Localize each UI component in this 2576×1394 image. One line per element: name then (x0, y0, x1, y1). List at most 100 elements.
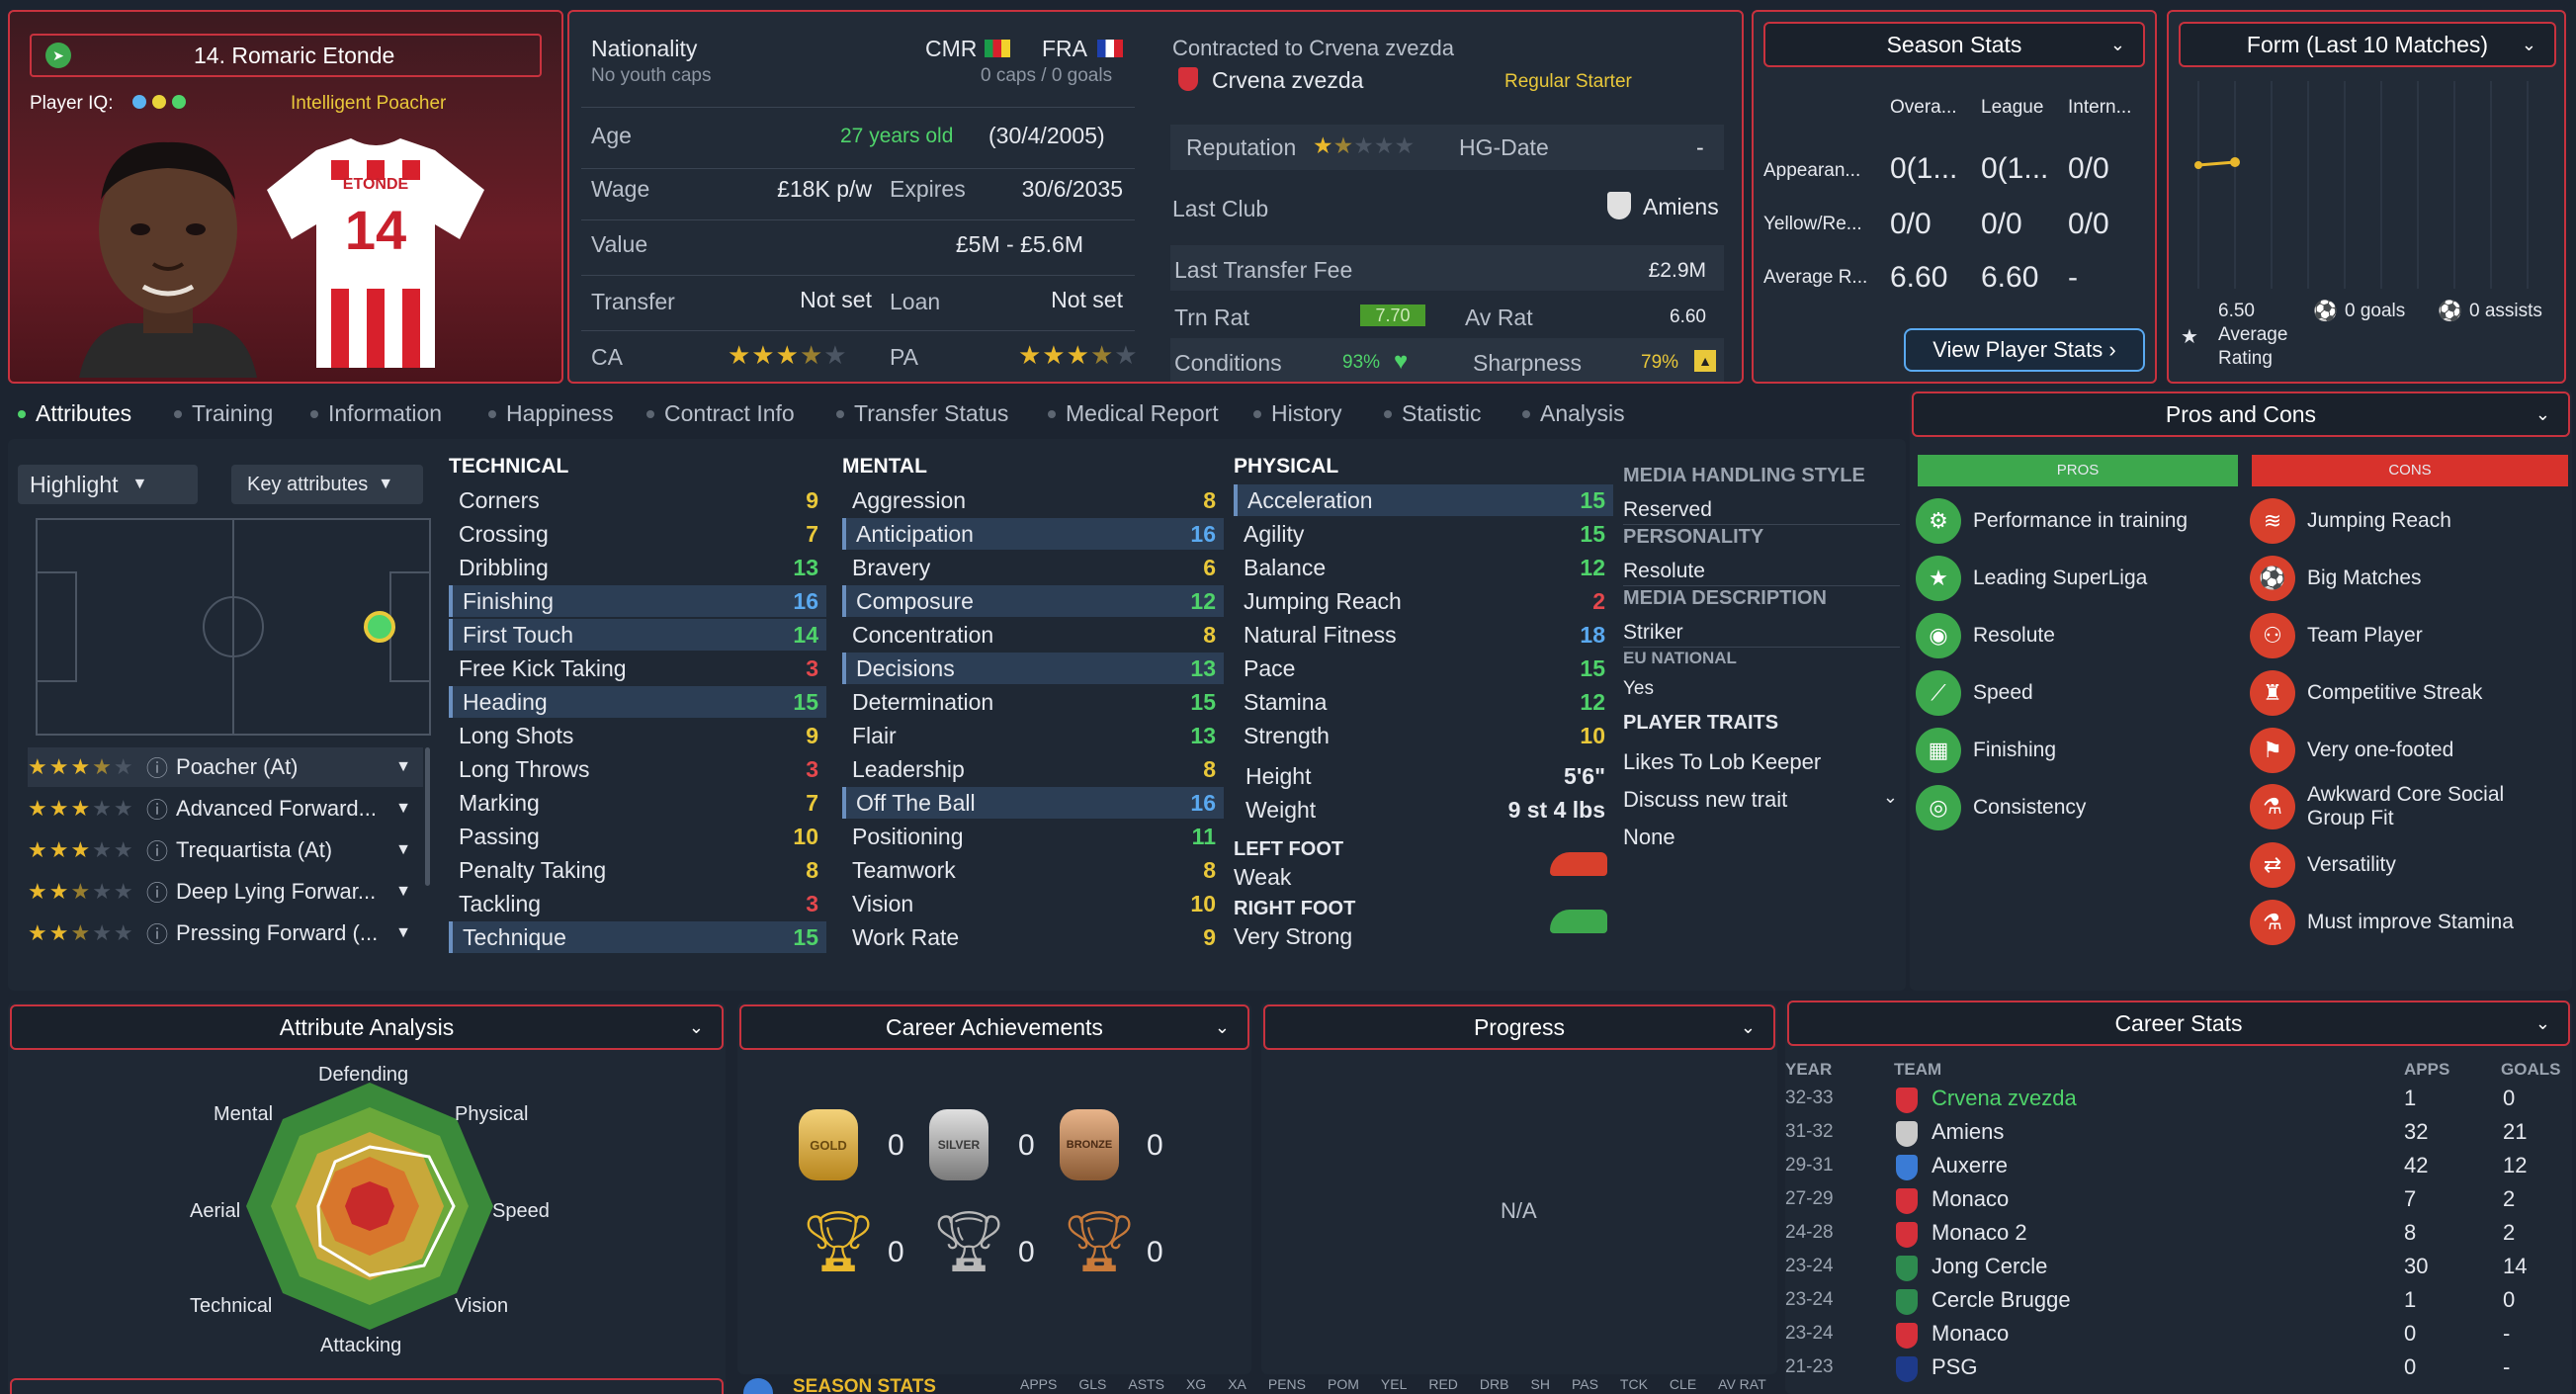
role-row[interactable]: ★★★★★ ⓘ Pressing Forward (... ▼ (28, 914, 423, 953)
role-row[interactable]: ★★★★★ ⓘ Deep Lying Forwar... ▼ (28, 872, 423, 912)
attribute-row[interactable]: Pace 15 (1234, 653, 1613, 684)
attribute-row[interactable]: Positioning 11 (842, 821, 1224, 852)
form-dropdown[interactable]: Form (Last 10 Matches) ⌄ (2179, 22, 2556, 67)
career-achievements-dropdown[interactable]: Career Achievements ⌄ (739, 1004, 1249, 1050)
attribute-row[interactable]: Balance 12 (1234, 552, 1613, 583)
loan-value[interactable]: Not set (994, 287, 1123, 313)
attribute-row[interactable]: Dribbling 13 (449, 552, 826, 583)
tab-analysis[interactable]: Analysis (1522, 400, 1625, 427)
career-stats-dropdown[interactable]: Career Stats ⌄ (1787, 1001, 2570, 1046)
role-row[interactable]: ★★★★★ ⓘ Trequartista (At) ▼ (28, 830, 423, 870)
roles-scrollbar[interactable] (425, 747, 430, 886)
attribute-row[interactable]: Bravery 6 (842, 552, 1224, 583)
attribute-row[interactable]: Strength 10 (1234, 720, 1613, 751)
player-name-box[interactable]: ➤ 14. Romaric Etonde (30, 34, 542, 77)
bronze-trophy-icon: 🏆︎ (1062, 1208, 1138, 1274)
career-row[interactable]: 32-33 Crvena zvezda 1 0 (1785, 1084, 2572, 1117)
career-row[interactable]: 29-31 Auxerre 42 12 (1785, 1151, 2572, 1184)
tab-statistic[interactable]: Statistic (1384, 400, 1482, 427)
key-attributes-dropdown[interactable]: Key attributes ▼ (231, 465, 423, 504)
attribute-row[interactable]: Anticipation 16 (842, 518, 1224, 550)
iq-dot-yellow (152, 95, 166, 109)
career-row[interactable]: 27-29 Monaco 7 2 (1785, 1184, 2572, 1218)
attribute-row[interactable]: Corners 9 (449, 484, 826, 516)
attribute-row[interactable]: Work Rate 9 (842, 921, 1224, 953)
discuss-trait-dropdown[interactable]: Discuss new trait ⌄ (1623, 787, 1902, 819)
attribute-row[interactable]: Agility 15 (1234, 518, 1613, 550)
tab-information[interactable]: Information (310, 400, 442, 427)
attribute-row[interactable]: Marking 7 (449, 787, 826, 819)
tab-happiness[interactable]: Happiness (488, 400, 614, 427)
view-player-stats-label: View Player Stats (1932, 337, 2104, 362)
strip-title[interactable]: SEASON STATS (793, 1376, 936, 1394)
progress-dropdown[interactable]: Progress ⌄ (1263, 1004, 1775, 1050)
tab-attributes[interactable]: Attributes (18, 400, 131, 427)
attribute-row[interactable]: Vision 10 (842, 888, 1224, 919)
attribute-row[interactable]: Technique 15 (449, 921, 826, 953)
tab-contract-info[interactable]: Contract Info (646, 400, 795, 427)
transfer-value[interactable]: Not set (747, 287, 872, 313)
attribute-value: 10 (1580, 722, 1605, 748)
attribute-row[interactable]: Acceleration 15 (1234, 484, 1613, 516)
attribute-row[interactable]: Leadership 8 (842, 753, 1224, 785)
career-team: Monaco (1932, 1186, 2010, 1211)
career-team: Crvena zvezda (1932, 1086, 2077, 1110)
attribute-row[interactable]: Tackling 3 (449, 888, 826, 919)
attribute-row[interactable]: Teamwork 8 (842, 854, 1224, 886)
next-panel-header[interactable] (10, 1378, 724, 1394)
flag-fra-icon (1097, 40, 1123, 57)
career-row[interactable]: 23-24 Jong Cercle 30 14 (1785, 1252, 2572, 1285)
role-row[interactable]: ★★★★★ ⓘ Advanced Forward... ▼ (28, 789, 423, 828)
pros-cons-dropdown[interactable]: Pros and Cons ⌄ (1912, 392, 2570, 437)
tab-history[interactable]: History (1253, 400, 1342, 427)
club-crest-icon (1896, 1323, 1918, 1349)
radar-label-technical: Technical (190, 1295, 273, 1317)
attribute-row[interactable]: Determination 15 (842, 686, 1224, 718)
value-label: Value (591, 231, 648, 257)
nationality-2: FRA (1042, 36, 1087, 61)
tab-transfer-status[interactable]: Transfer Status (836, 400, 1008, 427)
attribute-value: 12 (1580, 688, 1605, 715)
career-apps: 1 (2404, 1287, 2417, 1312)
role-row[interactable]: ★★★★★ ⓘ Poacher (At) ▼ (28, 747, 423, 787)
attribute-row[interactable]: Heading 15 (449, 686, 826, 718)
chevron-down-icon: ▼ (395, 883, 411, 900)
attribute-row[interactable]: Stamina 12 (1234, 686, 1613, 718)
attribute-name: Marking (459, 789, 540, 816)
season-stats-dropdown[interactable]: Season Stats ⌄ (1763, 22, 2145, 67)
attribute-row[interactable]: Finishing 16 (449, 585, 826, 617)
attribute-row[interactable]: Crossing 7 (449, 518, 826, 550)
attribute-row[interactable]: First Touch 14 (449, 619, 826, 651)
attribute-row[interactable]: Long Throws 3 (449, 753, 826, 785)
versatility-icon: ⇄ (2250, 842, 2295, 888)
attribute-row[interactable]: Decisions 13 (842, 653, 1224, 684)
career-row[interactable]: 21-23 PSG 0 - (1785, 1352, 2572, 1386)
tab-training[interactable]: Training (174, 400, 273, 427)
attribute-name: Passing (459, 823, 540, 849)
attribute-row[interactable]: Jumping Reach 2 (1234, 585, 1613, 617)
attribute-row[interactable]: Flair 13 (842, 720, 1224, 751)
attribute-row[interactable]: Composure 12 (842, 585, 1224, 617)
career-row[interactable]: 23-24 Monaco 0 - (1785, 1319, 2572, 1352)
club-name[interactable]: Crvena zvezda (1212, 67, 1363, 94)
career-row[interactable]: 23-24 Cercle Brugge 1 0 (1785, 1285, 2572, 1319)
attribute-row[interactable]: Concentration 8 (842, 619, 1224, 651)
attribute-row[interactable]: Penalty Taking 8 (449, 854, 826, 886)
career-row[interactable]: 24-28 Monaco 2 8 2 (1785, 1218, 2572, 1252)
attribute-row[interactable]: Natural Fitness 18 (1234, 619, 1613, 651)
last-club-value[interactable]: Amiens (1643, 194, 1719, 220)
attribute-row[interactable]: Aggression 8 (842, 484, 1224, 516)
attribute-row[interactable]: Passing 10 (449, 821, 826, 852)
role-name: Advanced Forward... (176, 796, 377, 821)
squad-status: Regular Starter (1504, 71, 1632, 92)
career-team: Jong Cercle (1932, 1254, 2048, 1278)
highlight-dropdown[interactable]: Highlight ▼ (18, 465, 198, 504)
tab-medical-report[interactable]: Medical Report (1048, 400, 1219, 427)
attribute-row[interactable]: Free Kick Taking 3 (449, 653, 826, 684)
attribute-row[interactable]: Off The Ball 16 (842, 787, 1224, 819)
attribute-analysis-dropdown[interactable]: Attribute Analysis ⌄ (10, 1004, 724, 1050)
attribute-name: Vision (852, 890, 914, 916)
view-player-stats-button[interactable]: View Player Stats › (1904, 328, 2145, 372)
attribute-row[interactable]: Long Shots 9 (449, 720, 826, 751)
career-row[interactable]: 31-32 Amiens 32 21 (1785, 1117, 2572, 1151)
